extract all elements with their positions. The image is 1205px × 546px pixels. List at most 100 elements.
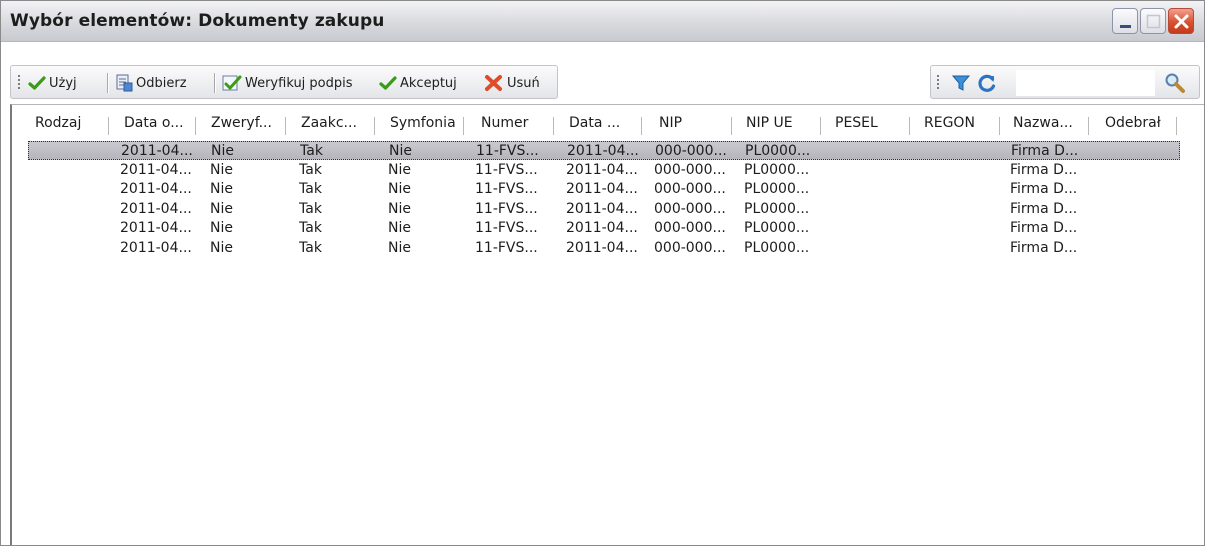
cell-symfonia: Nie	[388, 181, 411, 197]
column-separator[interactable]	[999, 117, 1000, 135]
toolbar-grip[interactable]	[18, 75, 20, 91]
column-header-odebral[interactable]: Odebrał	[1105, 115, 1175, 133]
cell-nip-ue: PL0000...	[744, 181, 810, 197]
table-row[interactable]: 2011-04... Nie Tak Nie 11-FVS... 2011-04…	[28, 141, 1180, 160]
cell-data-otrzymania: 2011-04...	[120, 240, 192, 256]
cell-data: 2011-04...	[566, 162, 638, 178]
column-separator[interactable]	[374, 117, 375, 135]
refresh-button[interactable]	[977, 73, 997, 97]
cell-numer: 11-FVS...	[476, 143, 539, 159]
column-header-nip-ue[interactable]: NIP UE	[746, 115, 822, 133]
cell-symfonia: Nie	[388, 162, 411, 178]
column-separator[interactable]	[820, 117, 821, 135]
cell-nip-ue: PL0000...	[744, 240, 810, 256]
cell-nip-ue: PL0000...	[744, 220, 810, 236]
verify-signature-icon	[222, 75, 242, 91]
cell-nazwa: Firma D...	[1010, 240, 1078, 256]
column-header-symfonia[interactable]: Symfonia	[390, 115, 470, 133]
cell-nazwa: Firma D...	[1010, 201, 1078, 217]
close-icon	[1174, 14, 1189, 29]
column-separator[interactable]	[1176, 117, 1177, 135]
window-title: Wybór elementów: Dokumenty zakupu	[10, 11, 385, 31]
column-header-data[interactable]: Data ...	[569, 115, 645, 133]
delete-button[interactable]: Usuń	[484, 73, 540, 93]
cell-zweryfikowany: Nie	[210, 162, 233, 178]
cell-nip: 000-000...	[654, 162, 726, 178]
title-bar[interactable]: Wybór elementów: Dokumenty zakupu	[1, 1, 1204, 42]
cell-zweryfikowany: Nie	[210, 220, 233, 236]
table-row[interactable]: 2011-04... Nie Tak Nie 11-FVS... 2011-04…	[28, 161, 1180, 180]
cell-symfonia: Nie	[388, 201, 411, 217]
grid-header: Rodzaj Data o... Zweryf... Zaakc... Symf…	[12, 105, 1204, 141]
delete-button-label: Usuń	[507, 75, 540, 91]
maximize-icon	[1146, 14, 1161, 29]
minimize-button[interactable]	[1112, 8, 1138, 34]
column-header-nip[interactable]: NIP	[659, 115, 735, 133]
search-button[interactable]	[1163, 71, 1187, 95]
cell-nip-ue: PL0000...	[744, 162, 810, 178]
column-header-rodzaj[interactable]: Rodzaj	[35, 115, 113, 133]
filter-toolbar	[930, 65, 1200, 99]
accept-button-label: Akceptuj	[400, 75, 457, 91]
table-row[interactable]: 2011-04... Nie Tak Nie 11-FVS... 2011-04…	[28, 180, 1180, 199]
column-header-regon[interactable]: REGON	[924, 115, 1000, 133]
cell-symfonia: Nie	[388, 240, 411, 256]
close-button[interactable]	[1168, 8, 1194, 34]
cell-zaakceptowany: Tak	[299, 201, 322, 217]
column-separator[interactable]	[108, 117, 109, 135]
column-header-pesel[interactable]: PESEL	[835, 115, 911, 133]
column-separator[interactable]	[195, 117, 196, 135]
toolbar-separator	[214, 73, 216, 93]
cell-zweryfikowany: Nie	[210, 240, 233, 256]
cell-numer: 11-FVS...	[475, 220, 538, 236]
cell-zaakceptowany: Tak	[299, 220, 322, 236]
receive-button[interactable]: Odbierz	[115, 73, 187, 93]
use-button-label: Użyj	[49, 75, 77, 91]
refresh-icon	[978, 74, 996, 92]
cell-numer: 11-FVS...	[475, 240, 538, 256]
accept-button[interactable]: Akceptuj	[379, 73, 457, 93]
column-separator[interactable]	[731, 117, 732, 135]
column-separator[interactable]	[641, 117, 642, 135]
cell-nip: 000-000...	[654, 201, 726, 217]
minimize-icon	[1120, 25, 1131, 28]
column-header-data-otrzymania[interactable]: Data o...	[124, 115, 200, 133]
cell-data-otrzymania: 2011-04...	[120, 181, 192, 197]
filter-button[interactable]	[951, 73, 971, 97]
cell-nip: 000-000...	[654, 240, 726, 256]
cell-data: 2011-04...	[567, 143, 639, 159]
cell-zweryfikowany: Nie	[210, 181, 233, 197]
cell-zweryfikowany: Nie	[211, 143, 234, 159]
table-row[interactable]: 2011-04... Nie Tak Nie 11-FVS... 2011-04…	[28, 200, 1180, 219]
filter-funnel-icon	[951, 75, 971, 91]
search-input[interactable]	[1016, 70, 1155, 96]
maximize-button[interactable]	[1140, 8, 1166, 34]
column-header-numer[interactable]: Numer	[481, 115, 555, 133]
column-header-zweryfikowany[interactable]: Zweryf...	[211, 115, 291, 133]
column-header-zaakceptowany[interactable]: Zaakc...	[301, 115, 381, 133]
documents-grid[interactable]: Rodzaj Data o... Zweryf... Zaakc... Symf…	[10, 104, 1204, 545]
cell-zaakceptowany: Tak	[299, 162, 322, 178]
cell-data-otrzymania: 2011-04...	[120, 220, 192, 236]
column-separator[interactable]	[285, 117, 286, 135]
cell-data: 2011-04...	[566, 181, 638, 197]
column-separator[interactable]	[1088, 117, 1089, 135]
delete-x-icon	[485, 75, 502, 91]
dialog-window: Wybór elementów: Dokumenty zakupu Użyj O…	[0, 0, 1205, 546]
column-header-nazwa[interactable]: Nazwa...	[1013, 115, 1089, 133]
cell-data-otrzymania: 2011-04...	[120, 201, 192, 217]
cell-zaakceptowany: Tak	[299, 181, 322, 197]
column-separator[interactable]	[463, 117, 464, 135]
column-separator[interactable]	[909, 117, 910, 135]
check-icon	[379, 76, 397, 90]
column-separator[interactable]	[553, 117, 554, 135]
table-row[interactable]: 2011-04... Nie Tak Nie 11-FVS... 2011-04…	[28, 239, 1180, 258]
cell-numer: 11-FVS...	[475, 162, 538, 178]
cell-data-otrzymania: 2011-04...	[121, 143, 193, 159]
use-button[interactable]: Użyj	[28, 73, 77, 93]
actions-toolbar: Użyj Odbierz Weryfikuj podpis Akceptuj U…	[10, 65, 558, 99]
verify-signature-button[interactable]: Weryfikuj podpis	[222, 73, 353, 93]
table-row[interactable]: 2011-04... Nie Tak Nie 11-FVS... 2011-04…	[28, 219, 1180, 238]
toolbar-grip[interactable]	[937, 75, 939, 91]
cell-data-otrzymania: 2011-04...	[120, 162, 192, 178]
